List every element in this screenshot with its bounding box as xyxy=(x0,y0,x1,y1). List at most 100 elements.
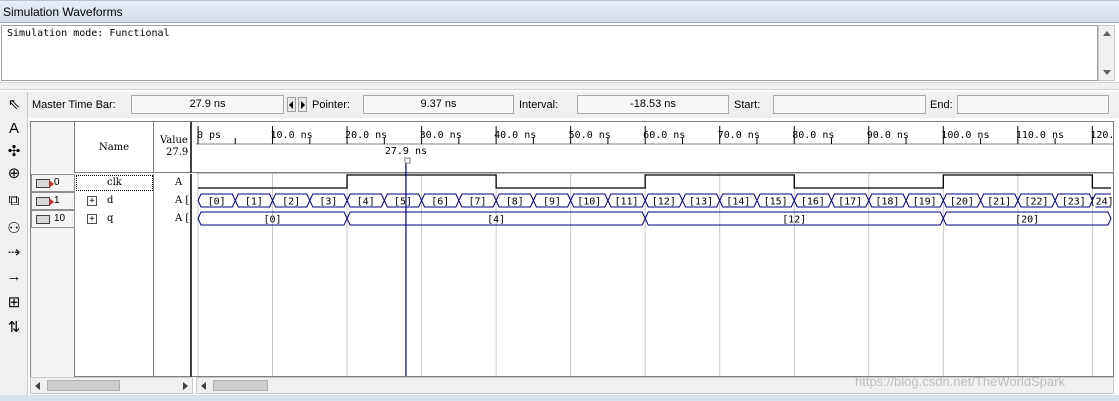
d-value-label: [19] xyxy=(913,197,937,208)
signal-node-d: 1 xyxy=(31,192,75,210)
end-label: End: xyxy=(930,99,953,111)
waveform-plot[interactable]: 0 ps 10.0 ns 20.0 ns 30.0 ns 40.0 ns 50.0 ns 6… xyxy=(196,122,1113,376)
d-value-label: [24] xyxy=(1090,197,1113,208)
signal-value-label: A xyxy=(175,177,183,188)
d-value-label: [22] xyxy=(1024,197,1048,208)
time-tick-label: 80.0 ns xyxy=(792,130,834,141)
time-tick-label: 50.0 ns xyxy=(569,130,611,141)
waveform-edit-icon[interactable]: ✣ xyxy=(3,141,25,161)
clk-waveform xyxy=(198,174,1111,189)
d-value-label: [9] xyxy=(543,197,561,208)
expand-icon[interactable]: + xyxy=(87,196,97,206)
d-value-label: [15] xyxy=(764,197,788,208)
signal-id: 10 xyxy=(54,213,66,224)
signal-id: 0 xyxy=(54,177,60,188)
signal-name-label: q xyxy=(107,213,114,224)
end-field[interactable] xyxy=(957,95,1109,114)
signal-value-d: A [ xyxy=(154,192,192,210)
time-tick-label: 120.0 ns xyxy=(1090,130,1113,141)
signal-value-label: A [ xyxy=(175,195,190,206)
q-value-label: [0] xyxy=(263,215,281,226)
value-column-header[interactable]: Value 27.9 xyxy=(154,122,192,173)
value-header-time: 27.9 xyxy=(166,147,189,158)
time-tick-label: 0 ps xyxy=(197,130,221,141)
scroll-left-icon[interactable] xyxy=(35,382,40,390)
time-tick-label: 100.0 ns xyxy=(941,130,989,141)
time-tick-label: 110.0 ns xyxy=(1016,130,1064,141)
d-value-label: [7] xyxy=(468,197,486,208)
start-label: Start: xyxy=(734,99,761,111)
master-time-next-icon[interactable] xyxy=(298,97,307,112)
d-value-label: [0] xyxy=(208,197,226,208)
node-id-column-header xyxy=(31,122,75,173)
d-value-label: [2] xyxy=(282,197,300,208)
next-transition-icon[interactable]: → xyxy=(3,266,25,286)
input-pin-icon xyxy=(36,197,54,206)
signal-list-empty xyxy=(31,228,192,378)
text-tool-icon[interactable]: A xyxy=(3,118,25,138)
d-value-label: [3] xyxy=(319,197,337,208)
q-value-label: [12] xyxy=(782,215,806,226)
d-value-label: [20] xyxy=(950,197,974,208)
time-tick-label: 20.0 ns xyxy=(345,130,387,141)
d-value-label: [14] xyxy=(726,197,750,208)
start-field[interactable] xyxy=(773,95,926,114)
find-next-icon[interactable]: ⇢ xyxy=(3,242,25,262)
d-value-label: [21] xyxy=(987,197,1011,208)
splitter[interactable] xyxy=(0,82,1119,90)
signal-value-label: A [ xyxy=(175,213,190,224)
time-tick-label: 60.0 ns xyxy=(643,130,685,141)
time-bar-row: Master Time Bar: 27.9 ns Pointer: 9.37 n… xyxy=(28,92,1119,118)
signal-name-clk[interactable]: clk xyxy=(75,174,154,192)
d-value-label: [8] xyxy=(506,197,524,208)
waveform-editor[interactable]: Name Value 27.9 0 clk A 1 + d A [10 + q A [ 0 ps 1… xyxy=(30,121,1114,378)
signal-name-q[interactable]: + q xyxy=(75,210,154,228)
signal-name-d[interactable]: + d xyxy=(75,192,154,210)
d-value-label: [16] xyxy=(801,197,825,208)
scroll-up-icon[interactable] xyxy=(1103,31,1111,36)
pointer-label: Pointer: xyxy=(312,99,350,111)
d-value-label: [18] xyxy=(875,197,899,208)
wave-scroll-thumb[interactable] xyxy=(213,380,268,391)
sort-icon[interactable]: ⇅ xyxy=(3,317,25,337)
watermark: https://blog.csdn.net/TheWorldSpark xyxy=(855,374,1066,389)
master-time-bar-label: Master Time Bar: xyxy=(32,99,116,111)
signal-row-d[interactable]: 1 + d A [ xyxy=(31,192,192,210)
master-time-prev-icon[interactable] xyxy=(287,97,296,112)
d-value-label: [12] xyxy=(652,197,676,208)
signal-row-q[interactable]: 10 + q A [ xyxy=(31,210,192,228)
pointer-field: 9.37 ns xyxy=(363,95,514,114)
d-value-label: [5] xyxy=(394,197,412,208)
time-tick-label: 40.0 ns xyxy=(494,130,536,141)
signal-node-q: 10 xyxy=(31,210,75,228)
d-value-label: [23] xyxy=(1062,197,1086,208)
d-value-label: [11] xyxy=(615,197,639,208)
name-hscrollbar[interactable] xyxy=(30,377,193,394)
signal-row-clk[interactable]: 0 clk A xyxy=(31,174,192,192)
simulation-mode-message: Simulation mode: Functional xyxy=(7,28,170,39)
copy-icon[interactable]: ⧉ xyxy=(3,190,25,210)
group-icon[interactable]: ⊞ xyxy=(3,292,25,312)
scroll-right-icon[interactable] xyxy=(183,382,188,390)
interval-field: -18.53 ns xyxy=(577,95,729,114)
wave-scroll-left-icon[interactable] xyxy=(201,382,206,390)
d-value-label: [10] xyxy=(577,197,601,208)
signal-id: 1 xyxy=(54,195,60,206)
output-pin-icon xyxy=(36,215,50,224)
d-value-label: [17] xyxy=(838,197,862,208)
message-scrollbar[interactable] xyxy=(1098,25,1115,81)
time-tick-label: 90.0 ns xyxy=(867,130,909,141)
expand-icon[interactable]: + xyxy=(87,214,97,224)
signal-name-label: clk xyxy=(107,177,122,188)
signal-value-clk: A xyxy=(154,174,192,192)
name-column-header[interactable]: Name xyxy=(75,122,154,173)
name-scroll-thumb[interactable] xyxy=(47,380,120,391)
scroll-down-icon[interactable] xyxy=(1103,70,1111,75)
input-pin-icon xyxy=(36,179,54,188)
find-icon[interactable]: ⚇ xyxy=(3,218,25,238)
zoom-tool-icon[interactable]: ⊕ xyxy=(3,163,25,183)
master-time-bar-field[interactable]: 27.9 ns xyxy=(131,95,284,114)
pointer-tool-icon[interactable]: ⇖ xyxy=(3,94,25,114)
time-tick-label: 30.0 ns xyxy=(420,130,462,141)
time-tick-label: 10.0 ns xyxy=(271,130,313,141)
